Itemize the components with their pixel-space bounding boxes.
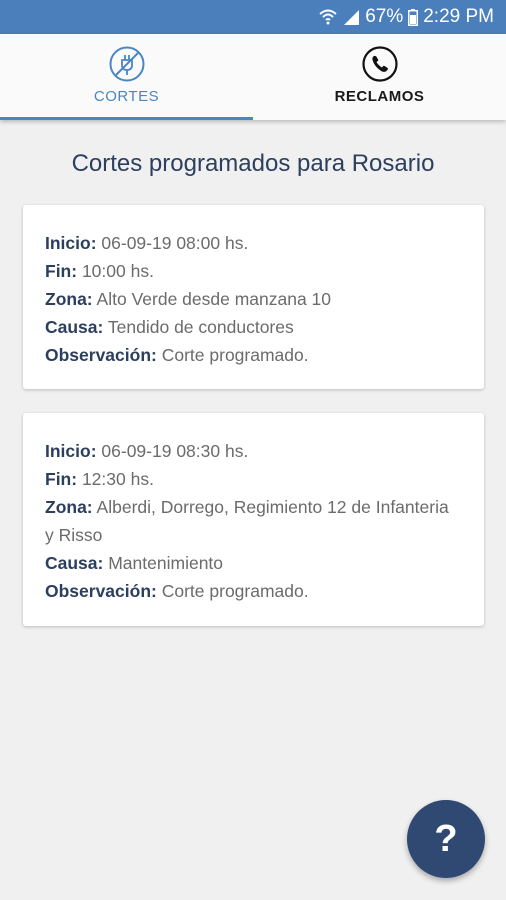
card-row-observacion: Observación: Corte programado. [45,341,462,369]
inicio-value: 06-09-19 08:00 hs. [101,233,249,253]
zona-value: Alto Verde desde manzana 10 [96,289,332,309]
card-row-causa: Causa: Mantenimiento [45,549,462,577]
card-row-zona: Zona: Alto Verde desde manzana 10 [45,285,462,313]
causa-label: Causa: [45,553,104,573]
tab-reclamos[interactable]: RECLAMOS [253,34,506,120]
fin-label: Fin: [45,469,78,489]
wifi-icon [319,9,337,25]
card-row-fin: Fin: 10:00 hs. [45,257,462,285]
fin-value: 12:30 hs. [81,469,154,489]
observacion-value: Corte programado. [161,581,309,601]
battery-percent: 67% [365,6,404,27]
status-bar: 67% 2:29 PM [0,0,506,34]
inicio-value: 06-09-19 08:30 hs. [101,441,249,461]
observacion-value: Corte programado. [161,345,309,365]
help-icon: ? [434,817,458,860]
card-row-inicio: Inicio: 06-09-19 08:30 hs. [45,437,462,465]
page-title: Cortes programados para Rosario [71,150,435,177]
zona-label: Zona: [45,497,93,517]
phone-icon [361,46,398,82]
clock-time: 2:29 PM [423,6,494,27]
causa-label: Causa: [45,317,104,337]
signal-icon [342,9,360,25]
tab-cortes-label: CORTES [93,88,160,105]
inicio-label: Inicio: [45,233,97,253]
outage-card: Inicio: 06-09-19 08:30 hs. Fin: 12:30 hs… [23,413,484,626]
battery-icon [408,8,419,26]
tab-reclamos-label: RECLAMOS [334,88,425,105]
help-button[interactable]: ? [407,800,485,878]
zona-label: Zona: [45,289,93,309]
no-plug-icon [109,46,144,82]
card-row-causa: Causa: Tendido de conductores [45,313,462,341]
outage-card: Inicio: 06-09-19 08:00 hs. Fin: 10:00 hs… [23,205,484,389]
fin-label: Fin: [45,261,78,281]
tab-cortes[interactable]: CORTES [0,34,253,120]
inicio-label: Inicio: [45,441,97,461]
observacion-label: Observación: [45,345,157,365]
fin-value: 10:00 hs. [81,261,154,281]
causa-value: Mantenimiento [108,553,224,573]
tab-indicator [0,117,253,120]
card-row-fin: Fin: 12:30 hs. [45,465,462,493]
causa-value: Tendido de conductores [107,317,294,337]
card-row-zona: Zona: Alberdi, Dorrego, Regimiento 12 de… [45,493,462,549]
observacion-label: Observación: [45,581,157,601]
zona-value: Alberdi, Dorrego, Regimiento 12 de Infan… [45,497,449,545]
card-row-inicio: Inicio: 06-09-19 08:00 hs. [45,229,462,257]
tab-bar: CORTES RECLAMOS [0,34,506,120]
card-row-observacion: Observación: Corte programado. [45,577,462,605]
